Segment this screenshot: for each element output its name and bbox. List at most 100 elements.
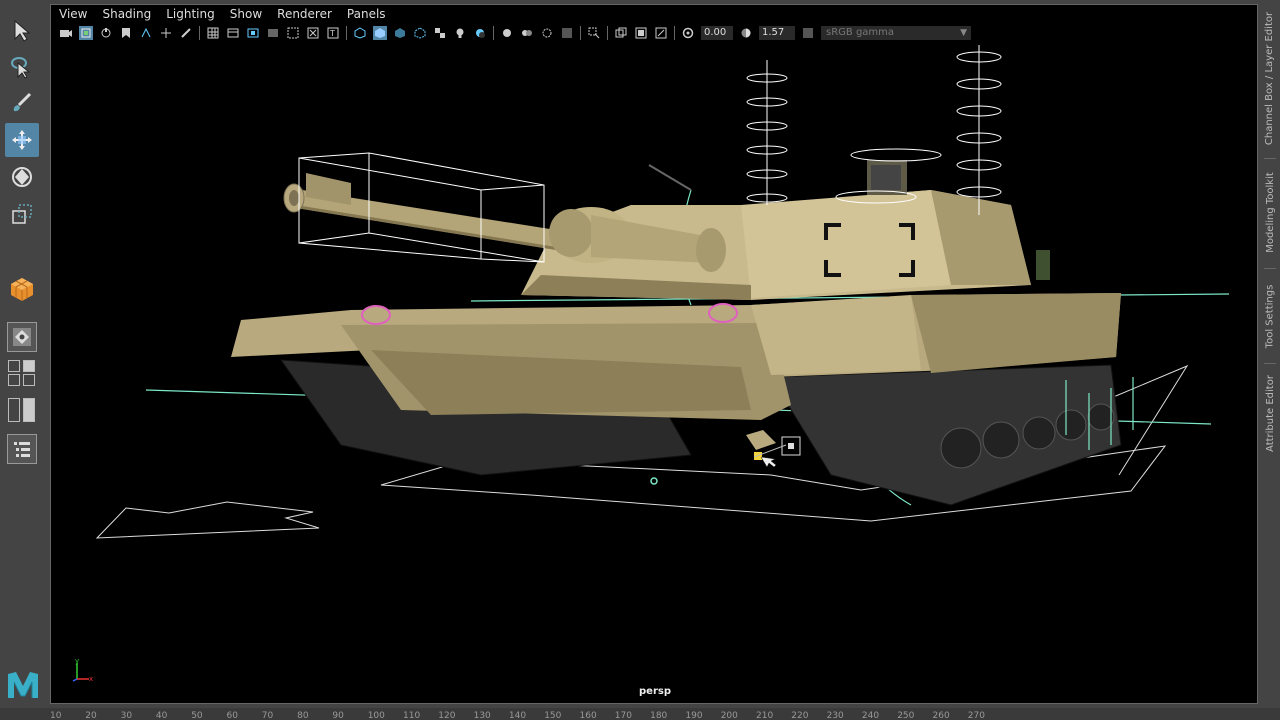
bookmark-icon [122, 28, 130, 38]
time-slider[interactable]: 10 20 30 40 50 60 70 80 90 100 110 120 130 140 150 160 1… [0, 708, 1280, 720]
select-camera-button[interactable] [59, 26, 73, 40]
rotate-tool-button[interactable] [5, 160, 39, 194]
camera-icon [60, 30, 72, 37]
gamma-icon [741, 28, 751, 38]
single-perspective-icon [13, 328, 31, 346]
two-view-layout-button[interactable] [8, 398, 36, 424]
viewport-icon-bar: T 0.00 1.57 sRGB gamma ▼ [59, 25, 971, 41]
timeline-tick: 130 [473, 711, 491, 720]
checker-icon [435, 28, 445, 38]
field-chart-button[interactable] [286, 26, 300, 40]
shadows-button[interactable] [473, 26, 487, 40]
camera-gate-icon [635, 27, 647, 39]
grease-pencil-button[interactable] [179, 26, 193, 40]
outliner-list-icon [14, 442, 30, 457]
default-material-button[interactable] [393, 26, 407, 40]
tab-modeling-toolkit-label: Modeling Toolkit [1264, 171, 1276, 253]
shaded-cube-icon [375, 28, 385, 38]
timeline-tick: 180 [650, 711, 668, 720]
side-tab-bar: Channel Box / Layer Editor Modeling Tool… [1260, 0, 1280, 710]
exposure-icon [682, 27, 694, 39]
timeline-tick: 60 [226, 711, 238, 720]
timeline-tick: 210 [756, 711, 774, 720]
scene-view[interactable] [51, 5, 1258, 704]
depth-of-field-button[interactable] [587, 26, 601, 40]
hud-button[interactable] [614, 26, 628, 40]
timeline-tick: 150 [544, 711, 562, 720]
gate-mask-button[interactable] [266, 26, 280, 40]
toolbar-separator [580, 26, 581, 40]
menu-renderer[interactable]: Renderer [277, 7, 332, 21]
timeline-tick: 90 [332, 711, 344, 720]
image-plane-button[interactable] [139, 26, 153, 40]
viewport-panel[interactable]: View Shading Lighting Show Renderer Pane… [50, 4, 1258, 704]
xray-button[interactable] [413, 26, 427, 40]
lasso-tool-button[interactable] [5, 50, 39, 84]
exposure-toggle-button[interactable] [681, 26, 695, 40]
resolution-gate-button[interactable] [246, 26, 260, 40]
layout-split-icon [8, 398, 20, 422]
timeline-tick: 260 [932, 711, 950, 720]
menu-panels[interactable]: Panels [347, 7, 386, 21]
scale-tool-button[interactable] [5, 197, 39, 231]
lasso-icon [11, 57, 31, 79]
safe-title-button[interactable]: T [326, 26, 340, 40]
show-manipulator-button[interactable] [5, 272, 39, 306]
single-view-layout-button[interactable] [7, 322, 37, 352]
motion-blur-button[interactable] [540, 26, 554, 40]
timeline-tick: 170 [614, 711, 632, 720]
field-chart-icon [287, 27, 299, 39]
move-tool-button[interactable] [5, 123, 39, 157]
outliner-layout-button[interactable] [7, 434, 37, 464]
menu-show[interactable]: Show [230, 7, 262, 21]
isolate-select-button[interactable] [500, 26, 514, 40]
2d-pan-zoom-button[interactable] [159, 26, 173, 40]
wire-outline [1110, 364, 1189, 476]
timeline-tick: 140 [508, 711, 527, 720]
select-tool-button[interactable] [5, 14, 39, 48]
paint-select-tool-button[interactable] [5, 86, 39, 120]
toolbar-separator [199, 26, 200, 40]
tab-modeling-toolkit[interactable]: Modeling Toolkit [1260, 162, 1280, 262]
gamma-field[interactable]: 1.57 [759, 26, 795, 40]
menu-view[interactable]: View [59, 7, 87, 21]
timeline-tick: 20 [85, 711, 97, 720]
tab-channel-box[interactable]: Channel Box / Layer Editor [1260, 2, 1280, 154]
use-all-lights-button[interactable] [453, 26, 467, 40]
camera-gate-button[interactable] [634, 26, 648, 40]
view-transform-dropdown[interactable]: sRGB gamma ▼ [821, 26, 971, 40]
film-gate-icon [227, 28, 239, 38]
exposure-field[interactable]: 0.00 [701, 26, 733, 40]
camera-attributes-icon [101, 28, 111, 38]
camera-attributes-button[interactable] [99, 26, 113, 40]
overscan-button[interactable] [654, 26, 668, 40]
textured-button[interactable] [433, 26, 447, 40]
film-gate-button[interactable] [226, 26, 240, 40]
maya-logo-icon [6, 668, 40, 702]
tab-tool-settings[interactable]: Tool Settings [1260, 274, 1280, 358]
anti-aliasing-button[interactable] [560, 26, 574, 40]
menu-lighting[interactable]: Lighting [166, 7, 215, 21]
ground-plane-wire [95, 501, 320, 539]
wireframe-button[interactable] [353, 26, 367, 40]
smooth-shade-button[interactable] [373, 26, 387, 40]
timeline-tick: 100 [367, 711, 385, 720]
grid-toggle-button[interactable] [206, 26, 220, 40]
pencil-icon [181, 28, 191, 38]
bookmark-button[interactable] [119, 26, 133, 40]
y-axis-label: y [75, 657, 79, 665]
safe-action-button[interactable] [306, 26, 320, 40]
svg-text:T: T [329, 29, 335, 38]
lock-camera-button[interactable] [79, 26, 93, 40]
gate-mask-icon [268, 29, 278, 37]
menu-shading[interactable]: Shading [102, 7, 151, 21]
gamma-toggle-button[interactable] [739, 26, 753, 40]
color-management-button[interactable] [801, 26, 815, 40]
four-view-layout-button[interactable] [8, 360, 36, 386]
timeline-tick: 250 [897, 711, 915, 720]
tab-attribute-editor[interactable]: Attribute Editor [1260, 368, 1280, 458]
brush-icon [13, 92, 32, 112]
shadows-icon [476, 29, 485, 38]
screen-space-ao-button[interactable] [520, 26, 534, 40]
tab-attribute-editor-label: Attribute Editor [1264, 374, 1276, 452]
